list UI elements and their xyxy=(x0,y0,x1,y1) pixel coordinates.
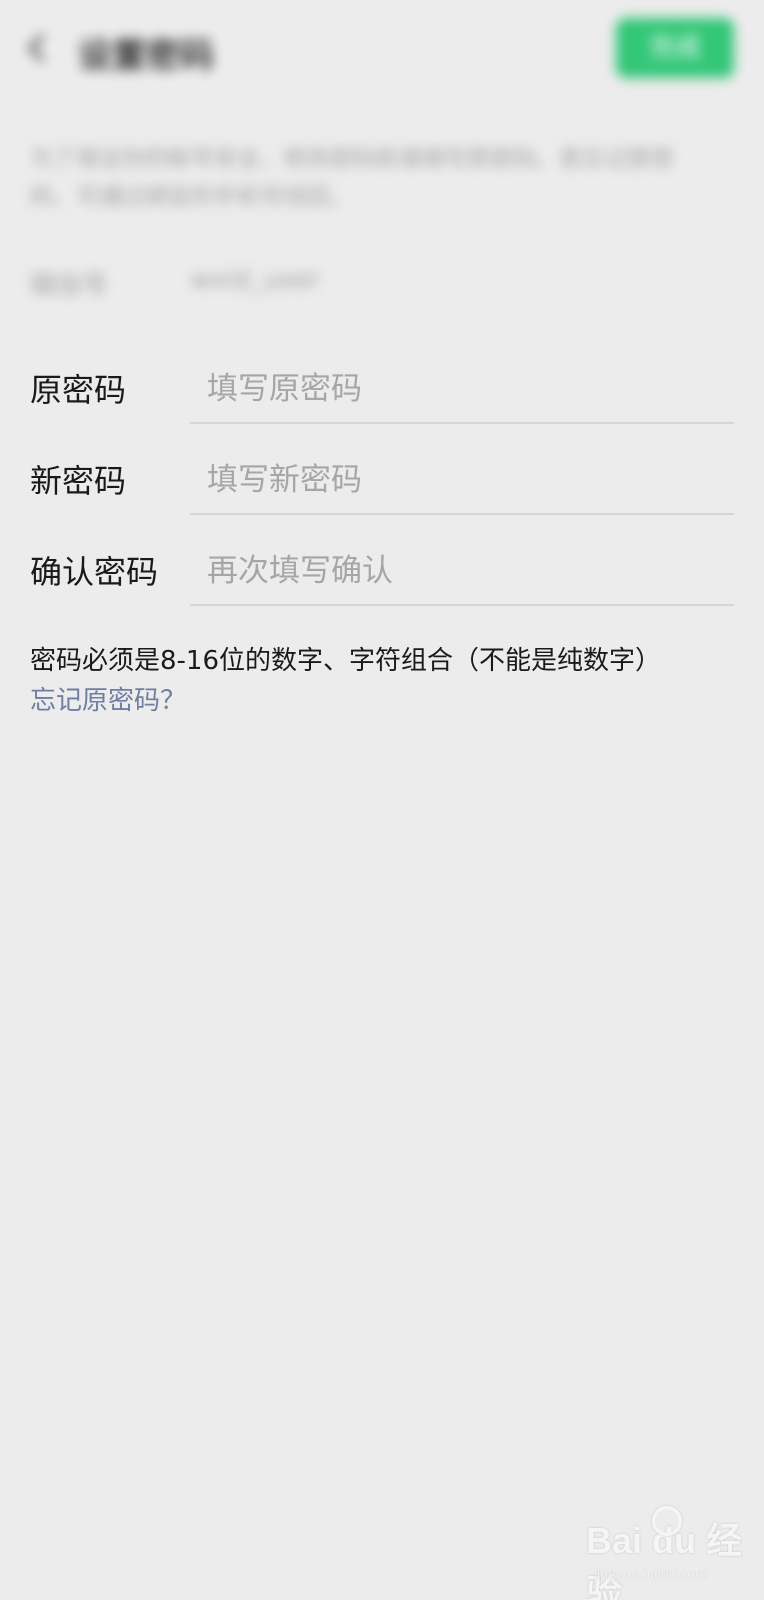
watermark-url: jingyan.baidu.com xyxy=(594,1566,707,1582)
account-security-description: 为了保证你的帐号安全，修改密码前请填写原密码。若忘记原密码，可通过绑定的手机号找… xyxy=(30,146,674,210)
old-password-row: 原密码 xyxy=(0,362,764,453)
old-password-input[interactable] xyxy=(190,362,734,424)
forgot-password-link[interactable]: 忘记原密码？ xyxy=(30,680,186,717)
new-password-label: 新密码 xyxy=(30,462,127,500)
top-bar: 设置密码 完成 xyxy=(0,0,764,110)
password-rule-hint: 密码必须是8-16位的数字、字符组合（不能是纯数字） xyxy=(30,646,662,676)
confirm-password-input[interactable] xyxy=(190,544,734,606)
account-row: 微信号 wxid_user xyxy=(30,265,730,305)
confirm-password-row: 确认密码 xyxy=(0,544,764,635)
confirm-password-label: 确认密码 xyxy=(30,553,159,591)
new-password-row: 新密码 xyxy=(0,453,764,544)
old-password-label: 原密码 xyxy=(30,371,127,409)
done-button[interactable]: 完成 xyxy=(616,18,734,78)
account-value: wxid_user xyxy=(190,265,321,295)
page-title: 设置密码 xyxy=(78,36,214,76)
baidu-jingyan-watermark: Bai du 经验 jingyan.baidu.com xyxy=(586,1506,756,1600)
paw-icon xyxy=(652,1506,682,1536)
back-arrow-icon[interactable] xyxy=(22,30,52,66)
account-label: 微信号 xyxy=(30,271,109,301)
new-password-input[interactable] xyxy=(190,453,734,515)
